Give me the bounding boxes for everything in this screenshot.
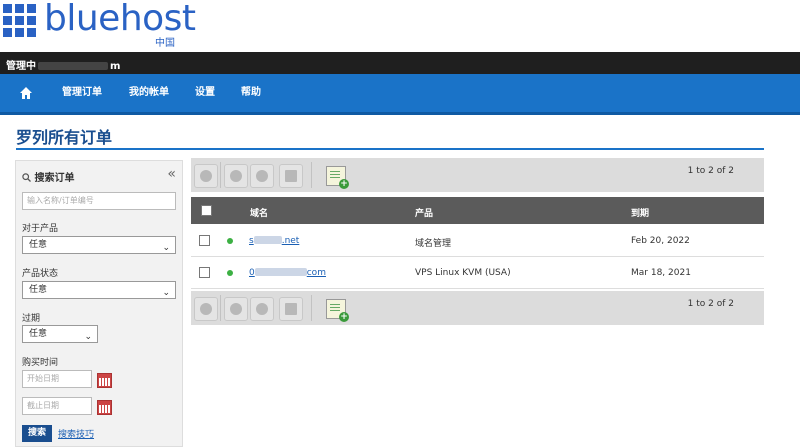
toolbar-divider	[311, 162, 312, 188]
bluehost-logo-icon	[3, 4, 36, 37]
logo-area[interactable]: bluehost 中国	[0, 0, 800, 52]
renew-icon[interactable]	[224, 164, 248, 188]
nav-manage-orders[interactable]: 管理订单	[62, 74, 102, 112]
for-product-value: 任意	[29, 240, 48, 250]
search-icon	[22, 173, 31, 182]
status-label: 产品状态	[22, 269, 59, 279]
add-order-icon[interactable]: +	[326, 166, 349, 189]
expired-label: 过期	[22, 314, 41, 324]
main-nav: 管理订单 我的帐单 设置 帮助	[0, 74, 800, 115]
domain-link[interactable]: sx.net	[249, 236, 299, 246]
pager-top: 1 to 2 of 2	[687, 166, 734, 176]
end-date-input[interactable]: 截止日期	[22, 397, 92, 415]
select-all-checkbox[interactable]	[201, 205, 212, 216]
calendar-icon[interactable]	[97, 373, 112, 388]
refresh-icon[interactable]	[194, 164, 218, 188]
product-cell: VPS Linux KVM (USA)	[415, 268, 511, 278]
chevron-down-icon: ⌄	[162, 243, 170, 253]
chevron-down-icon: ⌄	[84, 332, 92, 342]
status-select[interactable]: 任意 ⌄	[22, 281, 176, 299]
search-tips-link[interactable]: 搜索技巧	[58, 427, 94, 440]
brand-sub: 中国	[155, 38, 175, 49]
purchase-time-label: 购买时间	[22, 358, 59, 368]
toolbar-divider	[220, 162, 221, 188]
pager-bottom: 1 to 2 of 2	[687, 299, 734, 309]
nav-settings[interactable]: 设置	[195, 74, 215, 112]
expired-select[interactable]: 任意 ⌄	[22, 325, 98, 343]
col-domain[interactable]: 域名	[250, 206, 268, 219]
nav-my-billing[interactable]: 我的帐单	[129, 74, 169, 112]
expiry-cell: Mar 18, 2021	[631, 268, 691, 278]
edit-icon[interactable]	[279, 297, 303, 321]
table-header: 域名 产品 到期	[191, 197, 764, 224]
nav-help[interactable]: 帮助	[241, 74, 261, 112]
start-date-input[interactable]: 开始日期	[22, 370, 92, 388]
add-order-icon[interactable]: +	[326, 299, 349, 322]
row-checkbox[interactable]	[199, 235, 210, 246]
account-prefix: 管理中	[6, 61, 36, 72]
toolbar-divider	[311, 295, 312, 321]
search-sidebar: 搜索订单 « 输入名称/订单编号 对于产品 任意 ⌄ 产品状态 任意 ⌄ 过期 任意…	[15, 160, 183, 447]
edit-icon[interactable]	[279, 164, 303, 188]
row-checkbox[interactable]	[199, 267, 210, 278]
top-toolbar: + 1 to 2 of 2	[191, 158, 764, 192]
table-row[interactable]: sx.net 域名管理 Feb 20, 2022	[191, 225, 764, 257]
table-row[interactable]: 0xcom VPS Linux KVM (USA) Mar 18, 2021	[191, 257, 764, 289]
search-button[interactable]: 搜索	[22, 425, 52, 442]
calendar-icon[interactable]	[97, 400, 112, 415]
expiry-cell: Feb 20, 2022	[631, 236, 690, 246]
expired-value: 任意	[29, 329, 48, 339]
account-suffix: m	[110, 61, 121, 72]
status-value: 任意	[29, 285, 48, 295]
bottom-toolbar: + 1 to 2 of 2	[191, 291, 764, 325]
status-dot	[227, 270, 233, 276]
transfer-icon[interactable]	[250, 297, 274, 321]
sidebar-heading-text: 搜索订单	[34, 173, 75, 184]
masked-account	[38, 62, 108, 70]
status-dot	[227, 238, 233, 244]
page-title: 罗列所有订单	[16, 128, 113, 147]
col-product[interactable]: 产品	[415, 206, 433, 219]
home-icon[interactable]	[20, 87, 32, 99]
renew-icon[interactable]	[224, 297, 248, 321]
chevron-down-icon: ⌄	[162, 288, 170, 298]
col-expiry[interactable]: 到期	[631, 206, 649, 219]
account-bar: 管理中 m	[0, 52, 800, 74]
refresh-icon[interactable]	[194, 297, 218, 321]
product-cell: 域名管理	[415, 239, 452, 249]
collapse-icon[interactable]: «	[167, 166, 176, 182]
account-label: 管理中 m	[6, 57, 120, 72]
toolbar-divider	[220, 295, 221, 321]
sidebar-heading: 搜索订单	[22, 169, 74, 184]
transfer-icon[interactable]	[250, 164, 274, 188]
title-divider	[16, 148, 764, 150]
for-product-select[interactable]: 任意 ⌄	[22, 236, 176, 254]
for-product-label: 对于产品	[22, 224, 59, 234]
domain-link[interactable]: 0xcom	[249, 268, 326, 278]
search-input[interactable]: 输入名称/订单编号	[22, 192, 176, 210]
